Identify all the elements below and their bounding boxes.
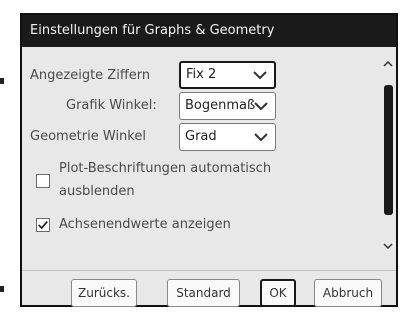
chevron-down-icon	[254, 102, 268, 110]
scroll-up-arrow-icon[interactable]	[383, 61, 393, 67]
geometry-angle-value: Grad	[185, 129, 217, 144]
left-edge-mark	[0, 78, 4, 84]
hide-plot-labels-checkbox[interactable]	[36, 174, 50, 188]
graph-angle-value: Bogenmaß	[185, 98, 256, 113]
ok-button[interactable]: OK	[260, 279, 296, 307]
show-axis-end-values-checkbox[interactable]	[36, 218, 50, 232]
geometry-angle-label: Geometrie Winkel	[30, 129, 146, 144]
show-axis-end-values-label: Achsenendwerte anzeigen	[59, 217, 231, 232]
cancel-button[interactable]: Abbruch	[314, 279, 382, 307]
geometry-angle-select[interactable]: Grad	[179, 123, 276, 151]
digits-label: Angezeigte Ziffern	[30, 68, 151, 83]
settings-dialog: Einstellungen für Graphs & Geometry Ange…	[20, 13, 398, 307]
dialog-title: Einstellungen für Graphs & Geometry	[22, 15, 396, 47]
chevron-down-icon	[253, 71, 267, 79]
scroll-down-arrow-icon[interactable]	[383, 243, 393, 249]
graph-angle-select[interactable]: Bogenmaß	[179, 92, 276, 120]
left-edge-mark	[0, 286, 4, 292]
settings-content: Angezeigte Ziffern Fix 2 Grafik Winkel: …	[28, 53, 378, 267]
checkmark-icon	[38, 221, 48, 230]
hide-plot-labels-label-line2: ausblenden	[59, 184, 135, 199]
back-button[interactable]: Zurücks.	[71, 279, 137, 307]
scrollbar-thumb[interactable]	[384, 85, 393, 215]
graph-angle-label: Grafik Winkel:	[66, 98, 157, 113]
hide-plot-labels-label-line1: Plot-Beschriftungen automatisch	[59, 161, 272, 176]
digits-value: Fix 2	[186, 67, 217, 82]
digits-select[interactable]: Fix 2	[179, 61, 276, 89]
default-button[interactable]: Standard	[167, 279, 240, 307]
dialog-button-bar: Zurücks. Standard OK Abbruch	[22, 270, 396, 308]
chevron-down-icon	[254, 133, 268, 141]
